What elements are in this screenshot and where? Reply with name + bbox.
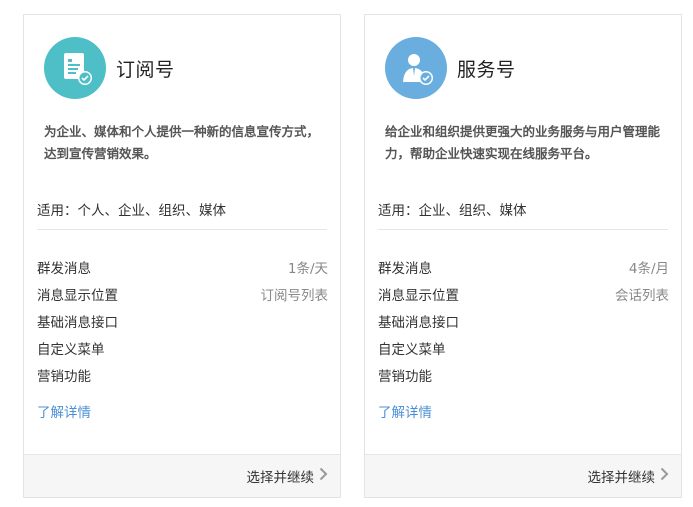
service-account-card: 服务号 给企业和组织提供更强大的业务服务与用户管理能力，帮助企业快速实现在线服务…	[364, 14, 682, 498]
feature-value: 订阅号列表	[260, 287, 329, 304]
chevron-right-icon	[319, 467, 328, 485]
feature-value: 4条/月	[628, 260, 669, 277]
feature-label: 消息显示位置	[378, 287, 459, 304]
subscription-account-card: 订阅号 为企业、媒体和个人提供一种新的信息宣传方式，达到宣传营销效果。 适用：个…	[23, 14, 341, 498]
applies-to: 适用：个人、企业、组织、媒体	[37, 199, 327, 230]
feature-list: 群发消息 1条/天 消息显示位置 订阅号列表 基础消息接口 自定义菜单 营销功能	[37, 253, 328, 388]
feature-label: 消息显示位置	[37, 287, 118, 304]
card-title: 订阅号	[116, 58, 175, 81]
feature-label: 群发消息	[378, 260, 432, 277]
feature-label: 自定义菜单	[37, 341, 105, 358]
card-header: 服务号	[385, 37, 516, 99]
feature-label: 自定义菜单	[378, 341, 446, 358]
feature-row: 自定义菜单	[37, 334, 328, 361]
card-header: 订阅号	[44, 37, 175, 99]
feature-label: 营销功能	[37, 368, 91, 385]
learn-more-link[interactable]: 了解详情	[378, 401, 432, 421]
card-footer: 选择并继续	[365, 454, 681, 497]
chevron-right-icon	[660, 467, 669, 485]
feature-value: 1条/天	[287, 260, 328, 277]
document-check-icon	[44, 37, 106, 99]
feature-row: 基础消息接口	[37, 307, 328, 334]
select-continue-button[interactable]: 选择并继续	[247, 466, 329, 486]
feature-row: 营销功能	[378, 361, 669, 388]
feature-value: 会话列表	[615, 287, 669, 304]
person-check-icon	[385, 37, 447, 99]
select-continue-label: 选择并继续	[246, 470, 315, 486]
feature-row: 群发消息 1条/天	[37, 253, 328, 280]
card-description: 为企业、媒体和个人提供一种新的信息宣传方式，达到宣传营销效果。	[44, 124, 320, 161]
feature-label: 基础消息接口	[378, 314, 459, 331]
feature-row: 营销功能	[37, 361, 328, 388]
feature-label: 营销功能	[378, 368, 432, 385]
feature-row: 消息显示位置 会话列表	[378, 280, 669, 307]
feature-label: 基础消息接口	[37, 314, 118, 331]
feature-row: 自定义菜单	[378, 334, 669, 361]
learn-more-link[interactable]: 了解详情	[37, 401, 91, 421]
feature-list: 群发消息 4条/月 消息显示位置 会话列表 基础消息接口 自定义菜单 营销功能	[378, 253, 669, 388]
card-description: 给企业和组织提供更强大的业务服务与用户管理能力，帮助企业快速实现在线服务平台。	[385, 124, 661, 161]
card-title: 服务号	[457, 58, 516, 81]
select-continue-button[interactable]: 选择并继续	[588, 466, 670, 486]
select-continue-label: 选择并继续	[587, 470, 656, 486]
applies-to: 适用：企业、组织、媒体	[378, 199, 668, 230]
card-footer: 选择并继续	[24, 454, 340, 497]
feature-label: 群发消息	[37, 260, 91, 277]
feature-row: 消息显示位置 订阅号列表	[37, 280, 328, 307]
feature-row: 基础消息接口	[378, 307, 669, 334]
feature-row: 群发消息 4条/月	[378, 253, 669, 280]
